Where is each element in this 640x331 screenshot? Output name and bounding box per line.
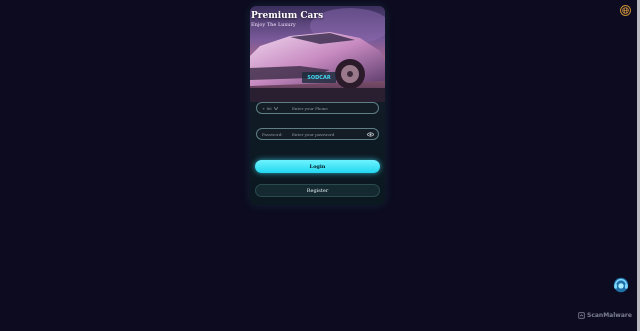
password-field[interactable]: Password: Enter your password [256, 128, 379, 140]
login-card: Premium Cars Enjoy The Luxury SODCAR + 8… [250, 6, 385, 205]
phone-field[interactable]: + 86 Enter your Phone [256, 102, 379, 114]
register-button[interactable]: Register [255, 184, 380, 197]
watermark-text: ScanMalware [587, 312, 632, 319]
phone-input[interactable]: Enter your Phone [292, 106, 328, 111]
brand-subtitle: Enjoy The Luxury [251, 22, 296, 28]
chevron-down-icon [273, 106, 279, 110]
password-input[interactable]: Enter your password [292, 132, 334, 137]
brand-title: Premium Cars [251, 11, 324, 21]
headset-icon [613, 277, 629, 293]
login-button[interactable]: Login [255, 160, 380, 173]
hero-image: Premium Cars Enjoy The Luxury SODCAR [250, 6, 385, 102]
scanmalware-watermark: ScanMalware [578, 312, 632, 319]
hero-plate: SODCAR [307, 75, 331, 81]
scanmalware-logo-icon [578, 312, 585, 319]
language-button[interactable] [620, 5, 631, 16]
customer-support-button[interactable] [612, 276, 630, 294]
globe-icon [622, 7, 629, 14]
eye-icon[interactable] [367, 132, 374, 137]
password-label: Password: [262, 131, 283, 137]
country-code-select[interactable]: + 86 [262, 106, 292, 111]
country-code-value: + 86 [262, 105, 272, 111]
